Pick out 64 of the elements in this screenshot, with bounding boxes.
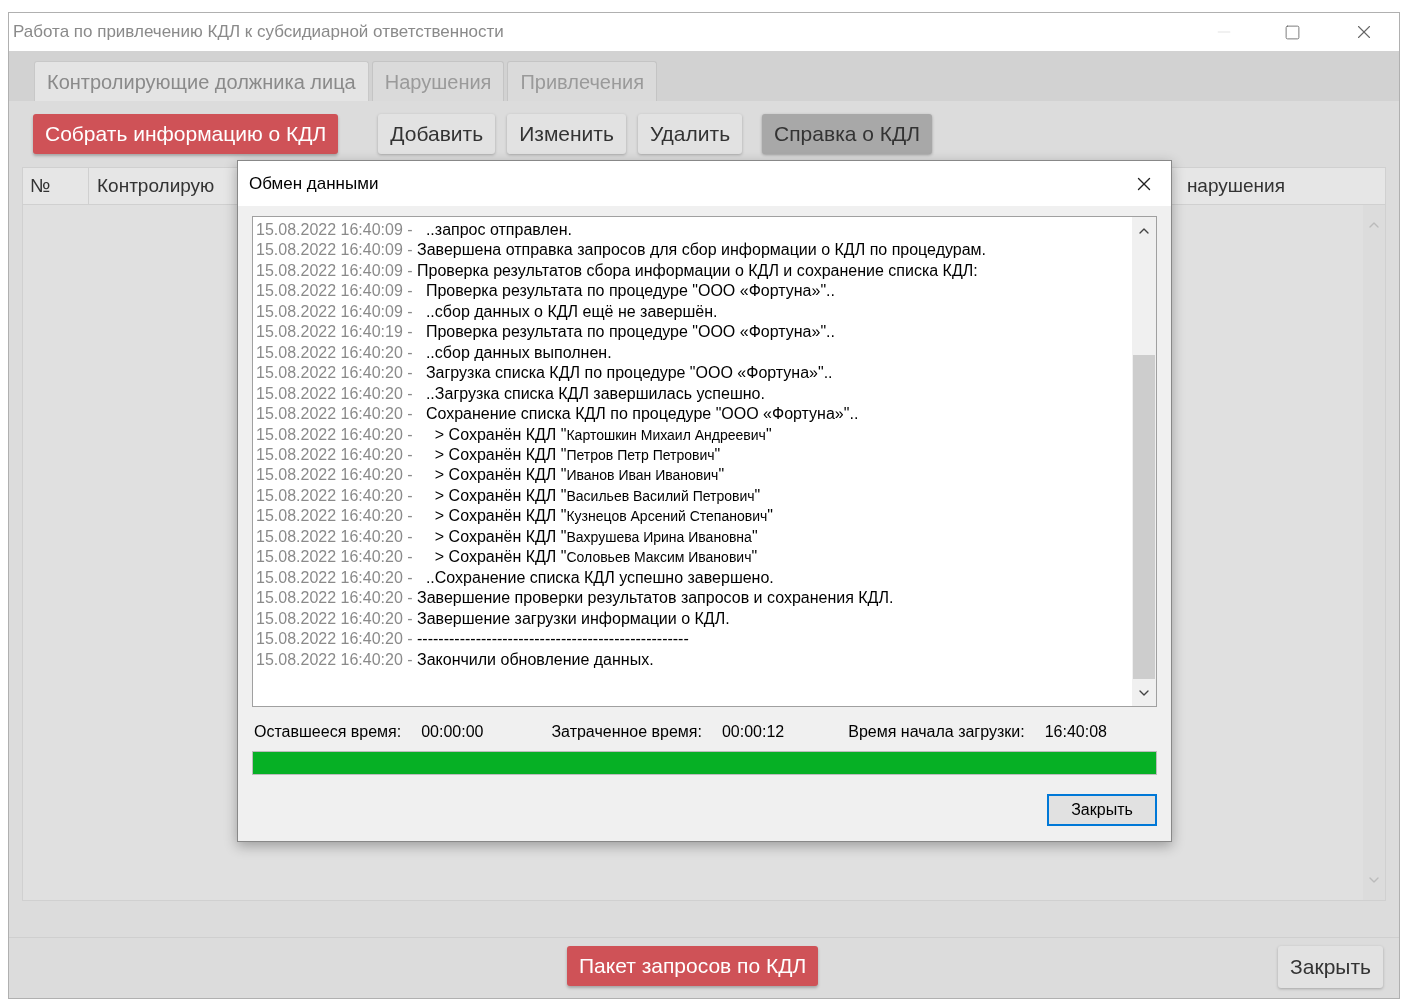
stat-label: Время начала загрузки:: [848, 722, 1025, 742]
log-message: Проверка результатов сбора информации о КДЛ и сохранение списка КДЛ:: [416, 260, 978, 281]
log-message: Проверка результата по процедуре "ООО «Фортуна»"..: [424, 281, 835, 302]
log-timestamp: 15.08.2022 16:40:20 -: [256, 404, 413, 425]
log-timestamp: 15.08.2022 16:40:20 -: [256, 588, 413, 609]
toolbar-button[interactable]: Добавить: [378, 114, 496, 154]
log-timestamp: 15.08.2022 16:40:09 -: [256, 260, 413, 281]
log-timestamp: 15.08.2022 16:40:20 -: [256, 363, 413, 384]
column-header[interactable]: №: [23, 168, 89, 204]
log-message: ..запрос отправлен.: [424, 220, 572, 240]
log-message: Закончили обновление данных.: [416, 649, 654, 670]
column-header[interactable]: нарушения: [1186, 171, 1285, 201]
log-timestamp: 15.08.2022 16:40:20 -: [256, 608, 413, 629]
log-timestamp: 15.08.2022 16:40:20 -: [256, 547, 413, 568]
log-message: > Сохранён КДЛ "Петров Петр Петрович": [433, 445, 721, 465]
log-message: Загрузка списка КДЛ по процедуре "ООО «Фортуна»"..: [424, 363, 833, 384]
log-timestamp: 15.08.2022 16:40:20 -: [256, 465, 413, 486]
log-timestamp: 15.08.2022 16:40:19 -: [256, 322, 413, 343]
log-message: > Сохранён КДЛ "Васильев Василий Петрович": [433, 485, 761, 506]
log-message: ..сбор данных выполнен.: [424, 342, 612, 363]
log-timestamp: 15.08.2022 16:40:20 -: [256, 424, 413, 445]
window-title: Работа по привлечению КДЛ к субсидиарной ответственности: [12, 21, 505, 44]
log-message: > Сохранён КДЛ "Вахрушева Ирина Ивановна": [433, 526, 758, 547]
log-timestamp: 15.08.2022 16:40:20 -: [256, 383, 413, 404]
maximize-icon[interactable]: [1284, 23, 1301, 41]
collect-button[interactable]: Собрать информацию о КДЛ: [33, 114, 339, 154]
log-timestamp: 15.08.2022 16:40:09 -: [256, 240, 413, 261]
log-message: ..сбор данных о КДЛ ещё не завершён.: [424, 301, 718, 322]
log-timestamp: 15.08.2022 16:40:20 -: [256, 629, 413, 650]
log-message: > Сохранён КДЛ "Соловьев Максим Иванович": [433, 547, 758, 568]
log-timestamp: 15.08.2022 16:40:20 -: [256, 526, 413, 547]
log-timestamp: 15.08.2022 16:40:20 -: [256, 445, 413, 465]
toolbar-button[interactable]: Удалить: [637, 114, 743, 154]
log-timestamp: 15.08.2022 16:40:20 -: [256, 649, 413, 670]
toolbar-button[interactable]: Справка о КДЛ: [762, 114, 933, 154]
log-message: ---------------------------------------------------: [416, 629, 689, 650]
log-message: Завершена отправка запросов для сбор информации о КДЛ по процедурам.: [416, 240, 987, 261]
log-timestamp: 15.08.2022 16:40:20 -: [256, 567, 413, 588]
log-timestamp: 15.08.2022 16:40:09 -: [256, 301, 413, 322]
scrollbar-thumb[interactable]: [1133, 355, 1155, 679]
log-timestamp: 15.08.2022 16:40:09 -: [256, 220, 413, 240]
close-button[interactable]: Закрыть: [1278, 946, 1383, 988]
toolbar-button[interactable]: Изменить: [507, 114, 626, 154]
log-message: ..Загрузка списка КДЛ завершилась успешно.: [424, 383, 765, 404]
stat-value: 00:00:00: [421, 722, 484, 742]
log-timestamp: 15.08.2022 16:40:20 -: [256, 342, 413, 363]
log-message: Проверка результата по процедуре "ООО «Фортуна»"..: [424, 322, 835, 343]
close-button[interactable]: Закрыть: [1047, 794, 1157, 826]
log-message: Сохранение списка КДЛ по процедуре "ООО «Фортуна»"..: [424, 404, 859, 425]
stat-label: Затраченное время:: [551, 722, 702, 742]
request-batch-button[interactable]: Пакет запросов по КДЛ: [567, 946, 819, 986]
log-message: Завершение проверки результатов запросов и сохранения КДЛ.: [416, 588, 894, 609]
log-message: > Сохранён КДЛ "Иванов Иван Иванович": [433, 465, 725, 486]
dialog-title: Обмен данными: [248, 172, 380, 195]
log-timestamp: 15.08.2022 16:40:20 -: [256, 485, 413, 506]
stat-label: Оставшееся время:: [254, 722, 402, 742]
log-timestamp: 15.08.2022 16:40:20 -: [256, 506, 413, 527]
stat-value: 00:00:12: [721, 722, 785, 742]
stat-value: 16:40:08: [1044, 722, 1107, 742]
log-message: ..Сохранение списка КДЛ успешно завершено.: [424, 567, 774, 588]
log-timestamp: 15.08.2022 16:40:09 -: [256, 281, 413, 302]
log-message: > Сохранён КДЛ "Картошкин Михаил Андреевич": [433, 424, 772, 445]
log-message: Завершение загрузки информации о КДЛ.: [416, 608, 730, 629]
log-message: > Сохранён КДЛ "Кузнецов Арсений Степанович": [433, 506, 773, 527]
